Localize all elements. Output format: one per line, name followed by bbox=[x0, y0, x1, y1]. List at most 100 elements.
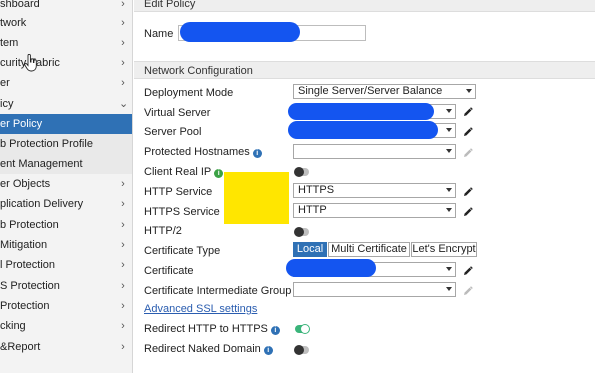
edit-pencil-icon[interactable] bbox=[463, 107, 473, 117]
https-service-label: HTTPS Service bbox=[144, 206, 220, 218]
caret-down-icon bbox=[446, 128, 452, 132]
sidebar-item-network[interactable]: twork › bbox=[0, 13, 132, 33]
sidebar-item-server-objects[interactable]: er Objects › bbox=[0, 174, 132, 194]
caret-down-icon bbox=[446, 188, 452, 192]
edit-pencil-icon[interactable] bbox=[463, 266, 473, 276]
toggle-knob bbox=[294, 167, 304, 177]
cert-intermediate-group-select[interactable] bbox=[293, 282, 456, 297]
info-icon[interactable]: i bbox=[214, 169, 224, 178]
sidebar-item-api-protection[interactable]: l Protection › bbox=[0, 255, 132, 275]
chevron-right-icon: › bbox=[121, 239, 125, 251]
redaction-mark bbox=[286, 259, 376, 277]
sidebar-item-label: b Protection Profile bbox=[0, 138, 93, 150]
sidebar-item-label: shboard bbox=[0, 0, 40, 10]
sidebar-item-client-management[interactable]: ent Management bbox=[0, 154, 132, 174]
sidebar-item-web-protection-profile[interactable]: b Protection Profile bbox=[0, 134, 132, 154]
https-service-select[interactable]: HTTP bbox=[293, 203, 456, 218]
info-icon[interactable]: i bbox=[252, 149, 262, 158]
sidebar-item-label: S Protection bbox=[0, 280, 60, 292]
caret-down-icon bbox=[446, 287, 452, 291]
toggle-knob bbox=[294, 345, 304, 355]
name-label: Name bbox=[144, 28, 174, 40]
http2-toggle[interactable] bbox=[294, 227, 309, 237]
select-value: HTTPS bbox=[298, 184, 335, 196]
sidebar-item-label: cking bbox=[0, 320, 26, 332]
certificate-label: Certificate bbox=[144, 265, 194, 277]
sidebar-item-user[interactable]: er › bbox=[0, 73, 132, 93]
redaction-mark bbox=[288, 121, 438, 139]
sidebar-item-ddos-protection[interactable]: S Protection › bbox=[0, 276, 132, 296]
toggle-knob bbox=[300, 324, 310, 334]
caret-down-icon bbox=[466, 89, 472, 93]
sidebar-item-security-fabric[interactable]: curity Fabric › bbox=[0, 53, 132, 73]
sidebar-item-label: er Policy bbox=[0, 118, 43, 130]
http2-label: HTTP/2 bbox=[144, 225, 182, 237]
chevron-right-icon: › bbox=[121, 0, 125, 10]
sidebar-item-label: twork bbox=[0, 17, 27, 29]
sidebar-item-policy[interactable]: icy ⌄ bbox=[0, 94, 132, 114]
sidebar-item-tracking[interactable]: cking › bbox=[0, 316, 132, 336]
network-configuration-header: Network Configuration bbox=[134, 61, 595, 79]
cert-intermediate-group-label: Certificate Intermediate Group bbox=[144, 285, 292, 297]
toggle-knob bbox=[294, 227, 304, 237]
cert-type-lets-encrypt-button[interactable]: Let's Encrypt bbox=[411, 242, 477, 257]
edit-pencil-icon[interactable] bbox=[463, 286, 473, 296]
sidebar-item-label: icy bbox=[0, 98, 14, 110]
advanced-ssl-settings-link[interactable]: Advanced SSL settings bbox=[144, 303, 257, 315]
server-pool-label: Server Pool bbox=[144, 126, 202, 138]
chevron-right-icon: › bbox=[121, 198, 125, 210]
caret-down-icon bbox=[446, 267, 452, 271]
sidebar-item-application-delivery[interactable]: plication Delivery › bbox=[0, 194, 132, 214]
sidebar-item-label: er bbox=[0, 77, 10, 89]
edit-pencil-icon[interactable] bbox=[463, 187, 473, 197]
sidebar-item-label: Protection bbox=[0, 300, 50, 312]
section-title: Edit Policy bbox=[144, 0, 196, 10]
hand-cursor-icon bbox=[24, 54, 37, 72]
sidebar-item-system[interactable]: tem › bbox=[0, 33, 132, 53]
chevron-right-icon: › bbox=[121, 259, 125, 271]
caret-down-icon bbox=[446, 109, 452, 113]
redirect-http-to-https-toggle[interactable] bbox=[295, 324, 310, 334]
chevron-right-icon: › bbox=[121, 280, 125, 292]
sidebar-item-bot-mitigation[interactable]: Mitigation › bbox=[0, 235, 132, 255]
info-icon[interactable]: i bbox=[270, 326, 280, 335]
edit-pencil-icon[interactable] bbox=[463, 127, 473, 137]
info-icon[interactable]: i bbox=[263, 346, 273, 355]
chevron-right-icon: › bbox=[121, 178, 125, 190]
http-service-label: HTTP Service bbox=[144, 186, 213, 198]
section-title: Network Configuration bbox=[144, 65, 253, 77]
redirect-naked-domain-toggle[interactable] bbox=[294, 345, 309, 355]
sidebar-item-web-protection[interactable]: b Protection › bbox=[0, 215, 132, 235]
field-label: Redirect HTTP to HTTPS bbox=[144, 323, 268, 335]
chevron-right-icon: › bbox=[121, 341, 125, 353]
caret-down-icon bbox=[446, 149, 452, 153]
caret-down-icon bbox=[446, 208, 452, 212]
sidebar-item-label: &Report bbox=[0, 341, 41, 353]
field-label: Protected Hostnames bbox=[144, 146, 250, 158]
sidebar-item-log-report[interactable]: &Report › bbox=[0, 337, 132, 357]
client-real-ip-toggle[interactable] bbox=[294, 167, 309, 177]
sidebar-item-label: er Objects bbox=[0, 178, 51, 190]
chevron-right-icon: › bbox=[121, 37, 125, 49]
edit-pencil-icon[interactable] bbox=[463, 148, 473, 158]
sidebar-item-label: ent Management bbox=[0, 158, 83, 170]
edit-policy-header: Edit Policy bbox=[134, 0, 595, 12]
certificate-type-label: Certificate Type bbox=[144, 245, 221, 257]
sidebar-item-dashboard[interactable]: shboard › bbox=[0, 0, 132, 14]
client-real-ip-label: Client Real IP i bbox=[144, 166, 224, 178]
sidebar-item-label: plication Delivery bbox=[0, 198, 84, 210]
redirect-http-to-https-label: Redirect HTTP to HTTPS i bbox=[144, 323, 280, 335]
sidebar-item-server-policy[interactable]: er Policy bbox=[0, 114, 132, 134]
sidebar-item-ip-protection[interactable]: Protection › bbox=[0, 296, 132, 316]
edit-pencil-icon[interactable] bbox=[463, 207, 473, 217]
http-service-select[interactable]: HTTPS bbox=[293, 183, 456, 198]
protected-hostnames-select[interactable] bbox=[293, 144, 456, 159]
chevron-right-icon: › bbox=[121, 57, 125, 69]
cert-type-local-button[interactable]: Local bbox=[293, 242, 327, 257]
deployment-mode-select[interactable]: Single Server/Server Balance bbox=[293, 84, 476, 99]
protected-hostnames-label: Protected Hostnames i bbox=[144, 146, 262, 158]
sidebar-nav: shboard › twork › tem › curity Fabric › er › … bbox=[0, 0, 133, 373]
chevron-down-icon: ⌄ bbox=[119, 98, 129, 110]
cert-type-multi-certificate-button[interactable]: Multi Certificate bbox=[328, 242, 410, 257]
field-label: Redirect Naked Domain bbox=[144, 343, 261, 355]
